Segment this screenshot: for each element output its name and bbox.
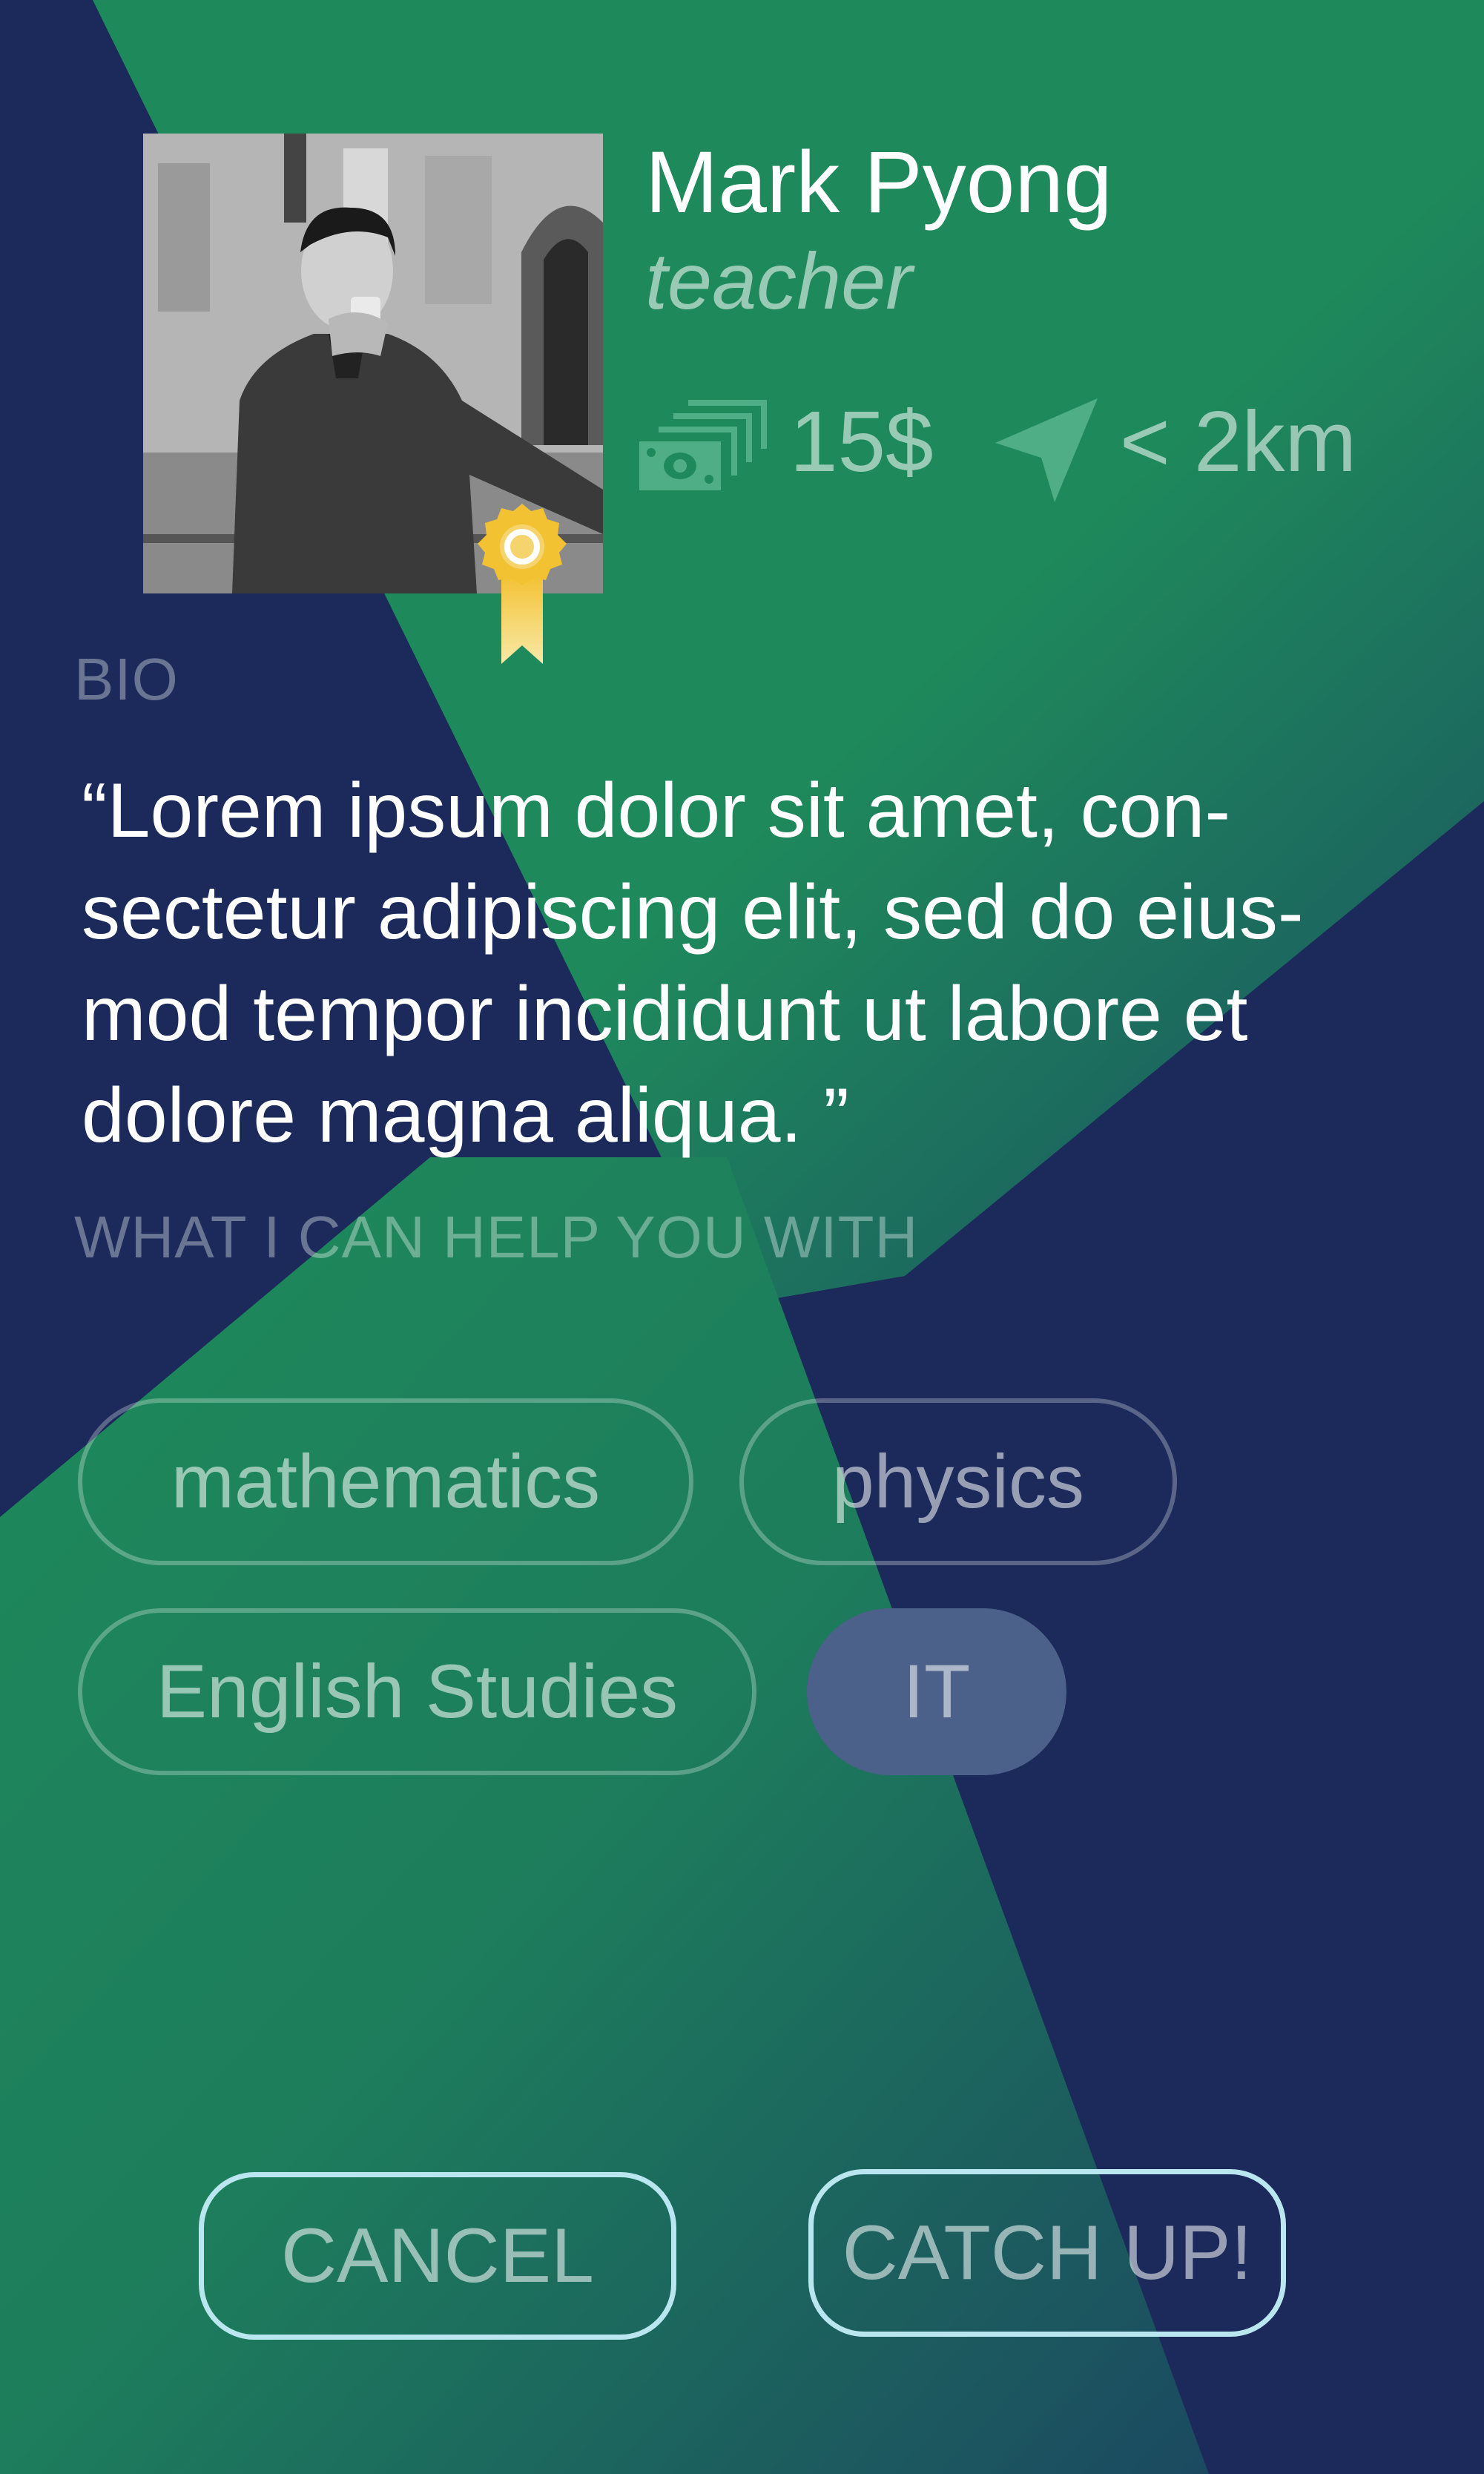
distance-label: < 2km — [1120, 393, 1357, 490]
skill-tag-physics[interactable]: physics — [739, 1398, 1177, 1565]
skills-heading: WHAT I CAN HELP YOU WITH — [74, 1204, 919, 1270]
award-ribbon-icon — [478, 504, 567, 664]
skill-tag-mathematics[interactable]: mathematics — [78, 1398, 693, 1565]
cancel-button[interactable]: CANCEL — [199, 2172, 676, 2340]
hourly-rate: 15$ — [790, 393, 934, 490]
navigation-arrow-icon — [995, 398, 1098, 502]
profile-role: teacher — [645, 236, 913, 326]
bio-text: “Lorem ipsum dolor sit amet, con- sectet… — [82, 768, 1304, 1159]
skill-tag-english-studies[interactable]: English Studies — [78, 1608, 756, 1775]
bio-heading: BIO — [74, 646, 179, 712]
money-stack-icon — [639, 400, 767, 490]
catch-up-button[interactable]: CATCH UP! — [808, 2169, 1286, 2337]
skill-tag-it[interactable]: IT — [807, 1608, 1066, 1775]
profile-name: Mark Pyong — [645, 134, 1112, 231]
